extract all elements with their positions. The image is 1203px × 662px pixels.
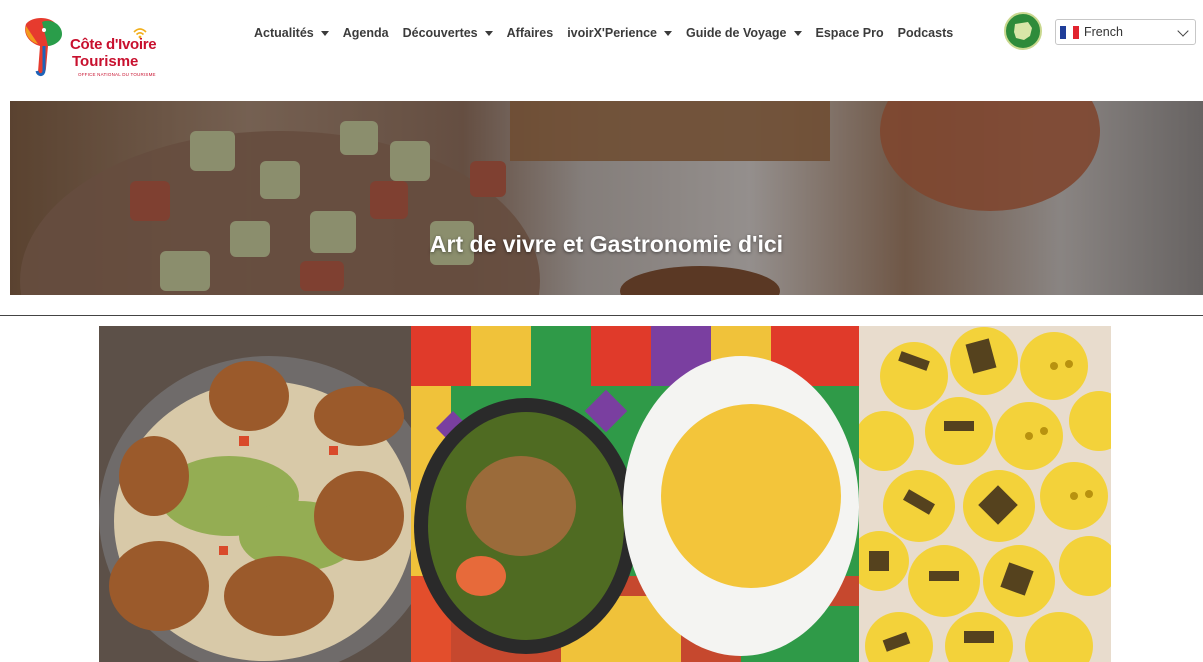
nav-item-label: Découvertes bbox=[402, 26, 478, 40]
logo-line2: Tourisme bbox=[72, 53, 139, 70]
nav-item-espace-pro[interactable]: Espace Pro bbox=[816, 26, 884, 40]
nav-item-label: Guide de Voyage bbox=[686, 26, 787, 40]
section-divider bbox=[0, 315, 1203, 316]
nav-item-label: Podcasts bbox=[897, 26, 954, 40]
grilled-corn-cakes-photo[interactable] bbox=[859, 326, 1111, 662]
attieke-poisson-photo[interactable] bbox=[99, 326, 411, 662]
nav-item-guide-de-voyage[interactable]: Guide de Voyage bbox=[686, 26, 802, 40]
hero-banner: Art de vivre et Gastronomie d'ici bbox=[10, 101, 1203, 295]
caret-down-icon bbox=[793, 30, 802, 36]
map-outline-icon bbox=[1014, 22, 1032, 40]
site-logo[interactable]: Côte d'Ivoire Tourisme OFFICE NATIONAL D… bbox=[22, 16, 162, 80]
logo-line1: Côte d'Ivoire bbox=[70, 36, 157, 53]
main-nav: Actualités Agenda Découvertes Affaires i… bbox=[254, 24, 967, 42]
nav-item-podcasts[interactable]: Podcasts bbox=[898, 26, 954, 40]
nav-item-decouvertes[interactable]: Découvertes bbox=[403, 26, 493, 40]
nav-item-label: Agenda bbox=[342, 26, 389, 40]
nav-item-label: Affaires bbox=[506, 26, 554, 40]
food-gallery bbox=[99, 326, 1111, 662]
language-selected-label: French bbox=[1084, 25, 1123, 39]
hero-overlay bbox=[10, 101, 1203, 295]
chevron-down-icon bbox=[1177, 25, 1189, 37]
nav-item-actualites[interactable]: Actualités bbox=[254, 26, 329, 40]
caret-down-icon bbox=[320, 30, 329, 36]
country-emblem-icon[interactable] bbox=[1004, 12, 1042, 50]
france-flag-icon bbox=[1060, 25, 1079, 39]
caret-down-icon bbox=[664, 30, 673, 36]
nav-item-affaires[interactable]: Affaires bbox=[507, 26, 554, 40]
caret-down-icon bbox=[484, 30, 493, 36]
language-select[interactable]: French bbox=[1055, 19, 1196, 45]
nav-item-label: Actualités bbox=[254, 26, 314, 40]
nav-item-agenda[interactable]: Agenda bbox=[343, 26, 389, 40]
site-header: Côte d'Ivoire Tourisme OFFICE NATIONAL D… bbox=[0, 0, 1203, 100]
logo-line3: OFFICE NATIONAL DU TOURISME bbox=[78, 72, 156, 77]
nav-item-label: ivoirX'Perience bbox=[567, 26, 658, 40]
sauce-foutou-photo[interactable] bbox=[411, 326, 859, 662]
hero-title: Art de vivre et Gastronomie d'ici bbox=[429, 231, 784, 257]
nav-item-label: Espace Pro bbox=[815, 26, 884, 40]
nav-item-ivoirxperience[interactable]: ivoirX'Perience bbox=[567, 26, 673, 40]
